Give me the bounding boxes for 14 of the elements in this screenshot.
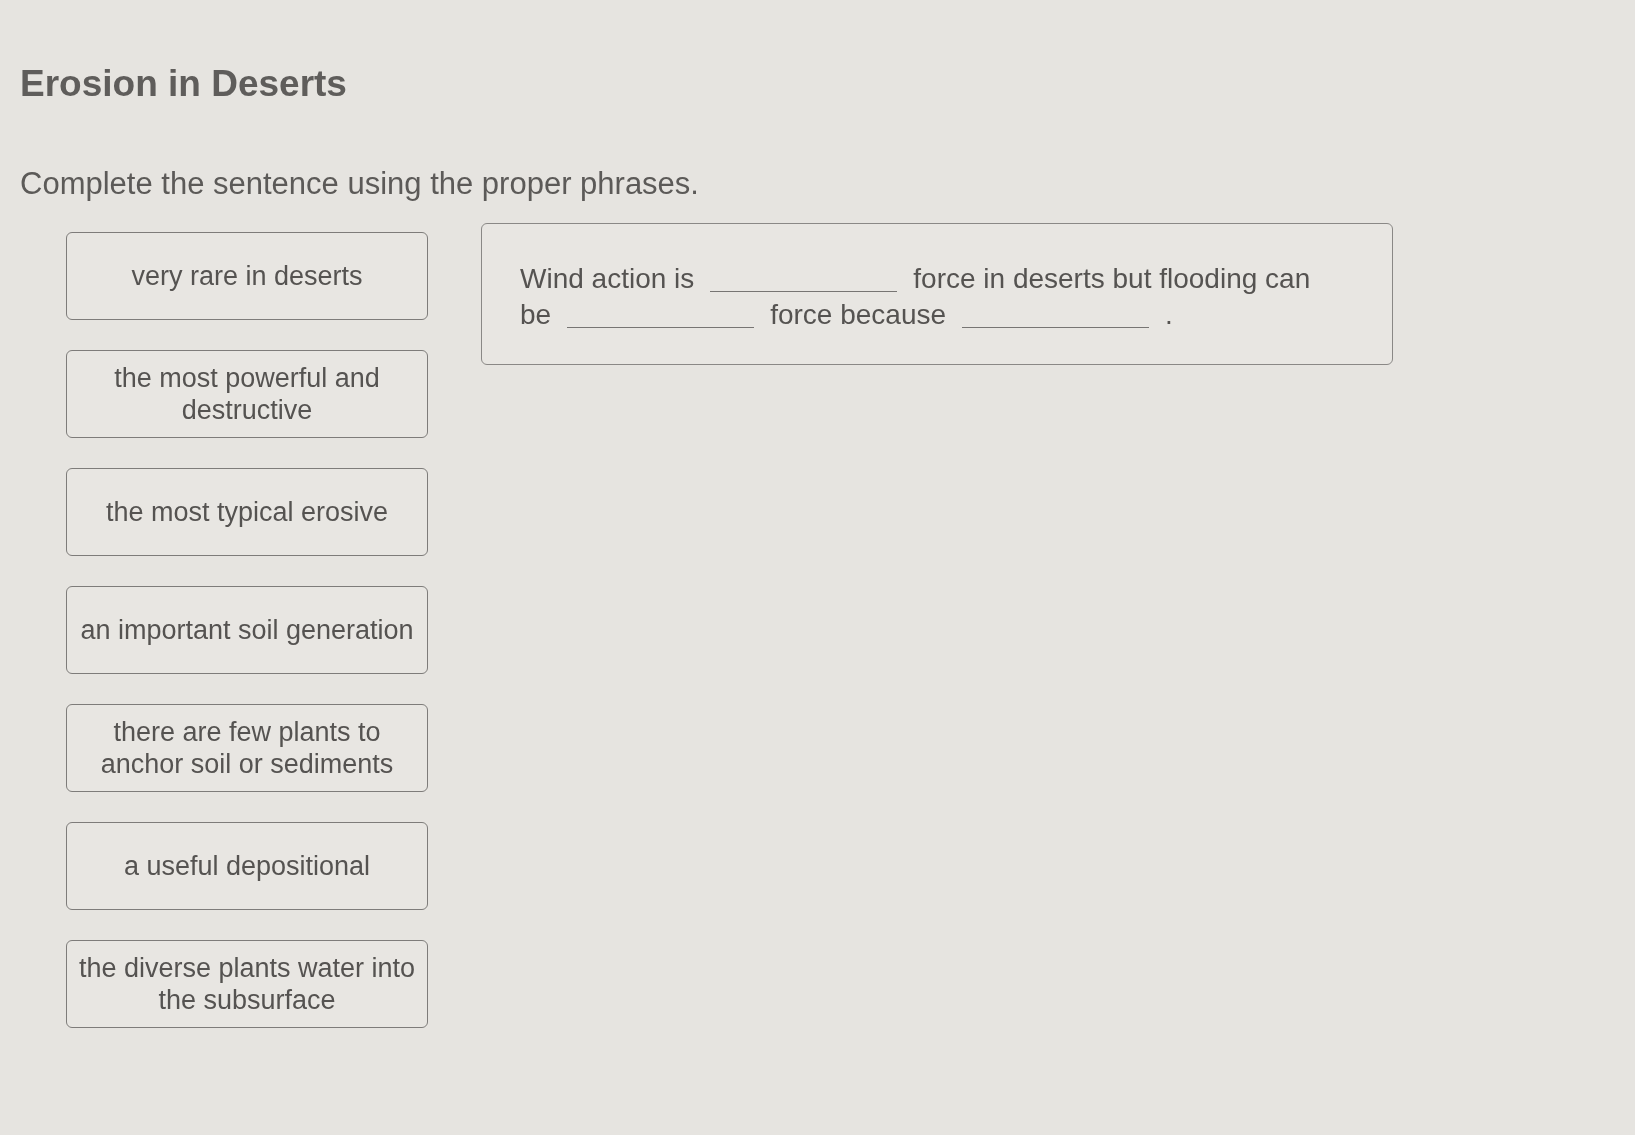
sentence-text: force in deserts but flooding can [913,262,1311,296]
phrase-tile[interactable]: there are few plants to anchor soil or sediments [66,704,428,792]
sentence-text: Wind action is [520,262,695,296]
phrase-tile[interactable]: the most powerful and destructive [66,350,428,438]
instructions-text: Complete the sentence using the proper phrases. [20,165,699,202]
page-title: Erosion in Deserts [20,62,347,105]
phrase-tile[interactable]: an important soil generation [66,586,428,674]
phrase-tile[interactable]: very rare in deserts [66,232,428,320]
phrase-tile[interactable]: the most typical erosive [66,468,428,556]
sentence-text: force because [770,298,947,332]
phrase-tile[interactable]: a useful depositional [66,822,428,910]
sentence-text: be [520,298,552,332]
phrase-tile[interactable]: the diverse plants water into the subsurface [66,940,428,1028]
sentence-text: . [1165,298,1173,332]
